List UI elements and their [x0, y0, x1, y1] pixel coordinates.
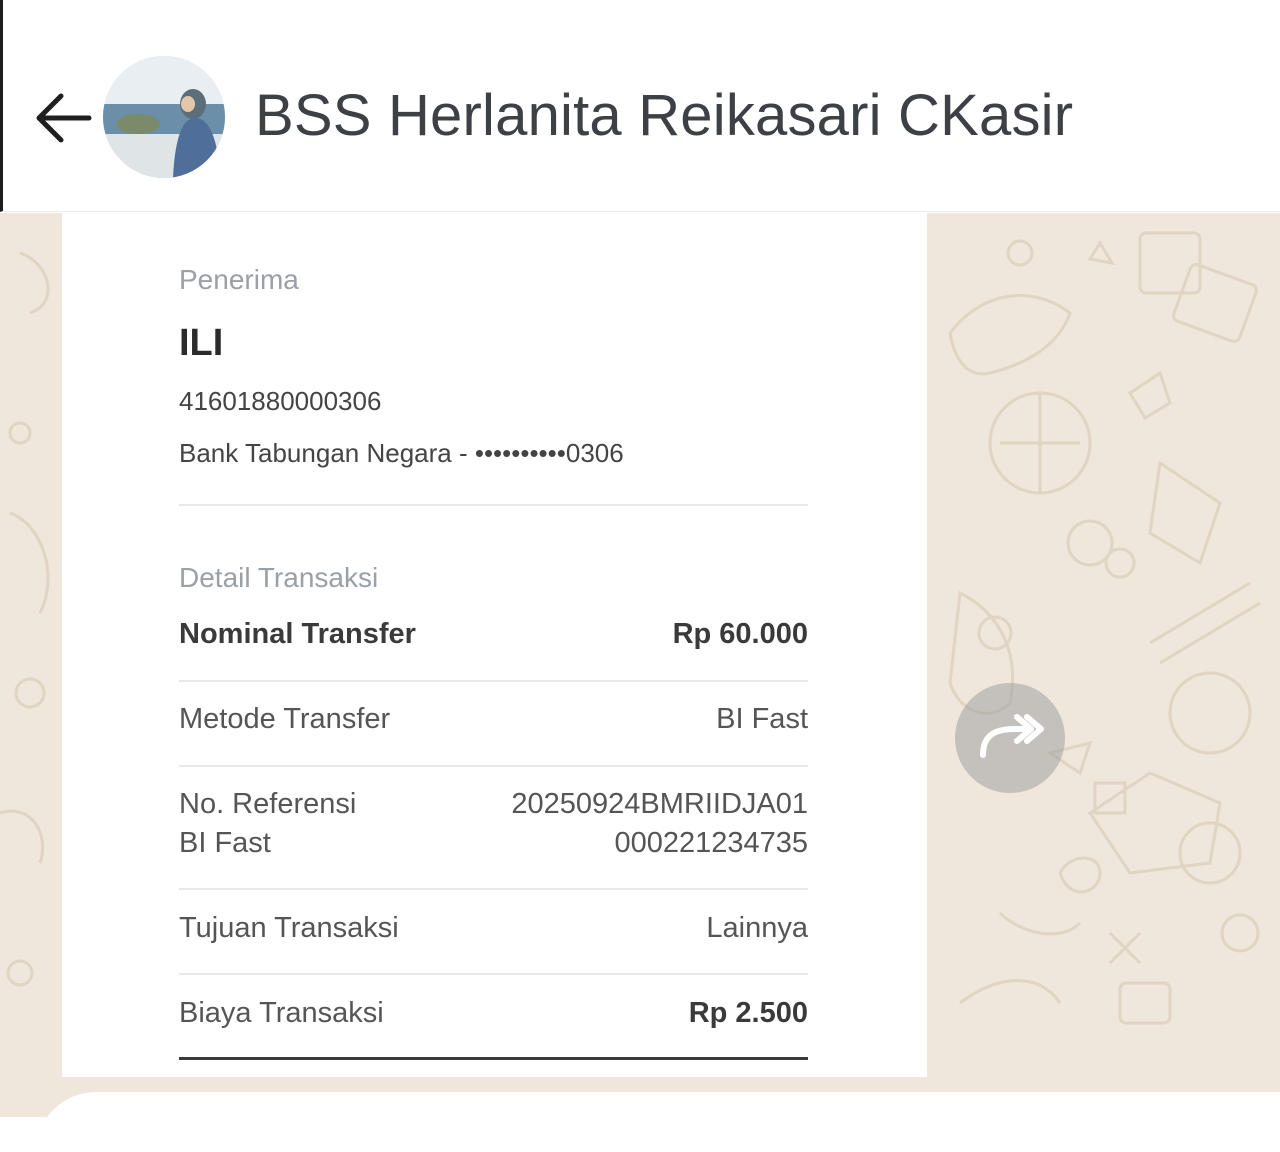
row-value-reference-line1: 20250924BMRIIDJA01 — [511, 788, 808, 820]
recipient-name: ILI — [179, 322, 224, 364]
avatar[interactable] — [103, 56, 225, 178]
divider — [179, 680, 808, 682]
divider — [179, 504, 808, 506]
row-label-fee: Biaya Transaksi — [179, 997, 384, 1029]
recipient-label: Penerima — [179, 264, 299, 295]
bottom-rule — [179, 1057, 808, 1060]
message-bar — [36, 1092, 1280, 1152]
row-label-reference-line1: No. Referensi — [179, 788, 357, 820]
chat-header: BSS Herlanita Reikasari CKasir — [0, 0, 1280, 212]
row-value-nominal: Rp 60.000 — [672, 618, 808, 650]
forward-button[interactable] — [955, 683, 1065, 793]
bank-line: Bank Tabungan Negara - ••••••••••0306 — [179, 438, 624, 468]
row-label-purpose: Tujuan Transaksi — [179, 912, 399, 944]
row-label-method: Metode Transfer — [179, 703, 391, 735]
row-label-nominal: Nominal Transfer — [179, 618, 416, 650]
forward-arrow-icon — [980, 714, 1044, 758]
back-arrow-icon[interactable] — [31, 86, 95, 150]
row-label-reference-line2: BI Fast — [179, 827, 271, 859]
divider — [179, 765, 808, 767]
row-value-fee: Rp 2.500 — [688, 997, 808, 1029]
divider — [179, 973, 808, 975]
divider — [179, 888, 808, 890]
row-value-purpose: Lainnya — [706, 912, 808, 944]
chat-title[interactable]: BSS Herlanita Reikasari CKasir — [255, 82, 1073, 149]
account-number: 41601880000306 — [179, 386, 382, 416]
row-value-method: BI Fast — [716, 703, 808, 735]
detail-label: Detail Transaksi — [179, 562, 379, 593]
row-value-reference-line2: 000221234735 — [614, 827, 808, 859]
